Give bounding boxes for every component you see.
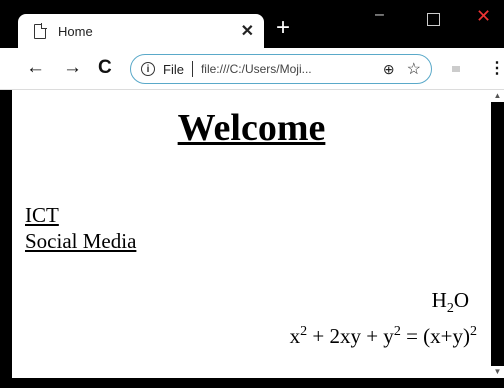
file-label: File [163, 61, 184, 77]
page-icon [34, 22, 47, 39]
window-bottom-border [0, 378, 504, 388]
page-heading: Welcome [177, 107, 326, 149]
url-text[interactable]: file:///C:/Users/Moji... [201, 62, 383, 76]
extension-icon[interactable] [452, 66, 460, 72]
chem-base: H [431, 288, 447, 312]
window-close-icon[interactable]: ✕ [476, 6, 491, 27]
browser-window: Home ✕ + – ✕ ← → C i File file:///C:/Use… [0, 0, 504, 388]
separator [191, 61, 193, 77]
scroll-down-icon[interactable]: ▼ [491, 366, 504, 378]
back-arrow-icon[interactable]: ← [26, 57, 45, 79]
chem-tail: O [453, 288, 469, 312]
scroll-up-icon[interactable]: ▲ [491, 90, 504, 102]
close-icon[interactable]: ✕ [241, 21, 254, 41]
tab-title: Home [58, 23, 93, 39]
formula-part-1: x [289, 324, 301, 348]
chem-sub: 2 [446, 301, 454, 317]
tab-strip: Home ✕ + – ✕ [0, 0, 504, 48]
minimize-icon[interactable]: – [375, 6, 384, 24]
address-bar[interactable]: i File file:///C:/Users/Moji... ⊕ ☆ [130, 54, 432, 84]
formula-sup-3: 2 [470, 324, 477, 339]
toolbar: ← → C i File file:///C:/Users/Moji... ⊕ … [0, 48, 504, 90]
page-content: Welcome ICT Social Media H2O x2 + 2xy + … [12, 90, 491, 378]
kebab-menu-icon[interactable]: ⋮ [489, 58, 504, 78]
star-icon[interactable]: ☆ [407, 59, 421, 79]
maximize-icon[interactable] [427, 13, 440, 26]
link-ict[interactable]: ICT [25, 202, 136, 228]
link-list: ICT Social Media [25, 202, 136, 254]
math-formula: x2 + 2xy + y2 = (x+y)2 [290, 324, 477, 349]
plus-icon[interactable]: + [276, 16, 290, 40]
link-social-media[interactable]: Social Media [25, 228, 136, 254]
vertical-scrollbar[interactable]: ▲ ▼ [491, 90, 504, 378]
formula-sup-2: 2 [393, 324, 401, 339]
formula-part-3: = (x+y) [400, 324, 470, 348]
info-icon[interactable]: i [141, 62, 155, 76]
forward-arrow-icon[interactable]: → [63, 57, 82, 79]
reload-icon[interactable]: C [98, 57, 112, 79]
chemical-formula: H2O [432, 288, 469, 317]
tab-home[interactable]: Home ✕ [18, 14, 264, 48]
zoom-icon[interactable]: ⊕ [383, 61, 395, 78]
formula-part-2: + 2xy + y [307, 324, 394, 348]
